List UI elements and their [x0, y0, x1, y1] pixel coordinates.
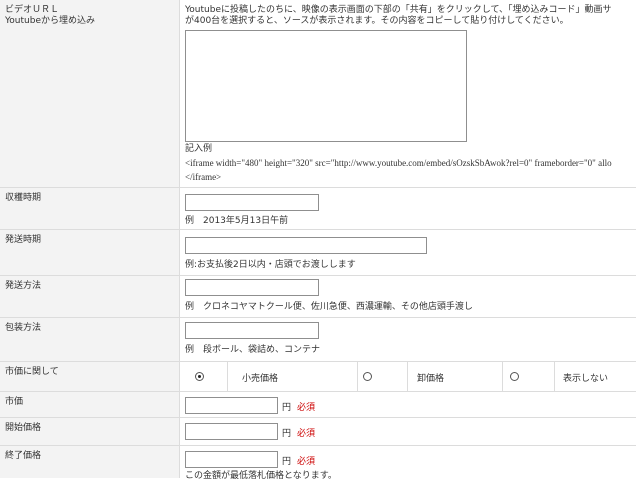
shipping-method-row: 発送方法 例 クロネコヤマトクール便、佐川急便、西濃運輸、その他店頭手渡し: [0, 276, 636, 318]
market-price-label: 市価: [0, 392, 180, 417]
start-price-row: 開始価格 円 必須: [0, 418, 636, 446]
example-code-line1: <iframe width="480" height="320" src="ht…: [185, 158, 612, 168]
video-url-label: ビデオＵＲＬ: [5, 5, 60, 15]
hidden-label-cell: 表示しない: [555, 362, 636, 391]
wholesale-label-cell: 卸価格: [408, 362, 503, 391]
video-url-description-line2: が400台を選択すると、ソースが表示されます。その内容をコピーして貼り付けしてく…: [185, 16, 569, 26]
start-price-content: 円 必須: [180, 418, 636, 445]
market-setting-content: 小売価格 卸価格 表示しない: [180, 362, 636, 391]
end-price-unit: 円: [282, 457, 292, 467]
hidden-radio-cell: [503, 362, 555, 391]
shipping-method-content: 例 クロネコヤマトクール便、佐川急便、西濃運輸、その他店頭手渡し: [180, 276, 636, 317]
wholesale-radio-cell: [358, 362, 408, 391]
harvest-time-row: 収穫時期 例 2013年5月13日午前: [0, 188, 636, 230]
packaging-content: 例 段ボール、袋詰め、コンテナ: [180, 318, 636, 361]
end-price-content: 円 必須 この金額が最低落札価格となります。: [180, 446, 636, 481]
market-setting-row: 市価に関して 小売価格 卸価格 表示しない: [0, 362, 636, 392]
harvest-time-label: 収穫時期: [0, 188, 180, 229]
harvest-time-content: 例 2013年5月13日午前: [180, 188, 636, 229]
shipping-time-input[interactable]: [185, 237, 427, 254]
example-code-line2: </iframe>: [185, 172, 222, 182]
video-url-content: Youtubeに投稿したのちに、映像の表示画面の下部の「共有」をクリックして、「…: [180, 0, 636, 187]
harvest-time-hint: 例 2013年5月13日午前: [185, 216, 289, 226]
market-price-content: 円 必須: [180, 392, 636, 417]
harvest-time-input[interactable]: [185, 194, 319, 211]
market-price-unit: 円: [282, 403, 292, 413]
retail-price-radio[interactable]: [195, 372, 204, 381]
packaging-input[interactable]: [185, 322, 319, 339]
packaging-label: 包装方法: [0, 318, 180, 361]
start-price-required-badge: 必須: [297, 429, 316, 439]
start-price-unit: 円: [282, 429, 292, 439]
market-setting-label: 市価に関して: [0, 362, 180, 391]
retail-radio-cell: [180, 362, 228, 391]
shipping-time-label: 発送時期: [0, 230, 180, 275]
retail-price-label: 小売価格: [242, 374, 279, 384]
packaging-row: 包装方法 例 段ボール、袋詰め、コンテナ: [0, 318, 636, 362]
market-price-row: 市価 円 必須: [0, 392, 636, 418]
end-price-label: 終了価格: [0, 446, 180, 478]
retail-label-cell: 小売価格: [228, 362, 358, 391]
hide-price-radio[interactable]: [510, 372, 519, 381]
market-price-input[interactable]: [185, 397, 278, 414]
wholesale-price-radio[interactable]: [363, 372, 372, 381]
hide-price-label: 表示しない: [563, 374, 609, 384]
end-price-input[interactable]: [185, 451, 278, 468]
shipping-method-label: 発送方法: [0, 276, 180, 317]
shipping-time-hint: 例:お支払後2日以内・店頭でお渡しします: [185, 260, 356, 270]
video-url-label-cell: ビデオＵＲＬ Youtubeから埋め込み: [0, 0, 180, 187]
end-price-note: この金額が最低落札価格となります。: [185, 471, 337, 481]
video-url-sublabel: Youtubeから埋め込み: [5, 16, 95, 26]
start-price-input[interactable]: [185, 423, 278, 440]
example-title: 記入例: [185, 144, 213, 154]
wholesale-price-label: 卸価格: [417, 374, 445, 384]
video-url-description-line1: Youtubeに投稿したのちに、映像の表示画面の下部の「共有」をクリックして、「…: [185, 5, 612, 15]
shipping-time-row: 発送時期 例:お支払後2日以内・店頭でお渡しします: [0, 230, 636, 276]
video-url-row: ビデオＵＲＬ Youtubeから埋め込み Youtubeに投稿したのちに、映像の…: [0, 0, 636, 188]
shipping-method-input[interactable]: [185, 279, 319, 296]
packaging-hint: 例 段ボール、袋詰め、コンテナ: [185, 345, 321, 355]
start-price-label: 開始価格: [0, 418, 180, 445]
shipping-method-hint: 例 クロネコヤマトクール便、佐川急便、西濃運輸、その他店頭手渡し: [185, 302, 473, 312]
end-price-required-badge: 必須: [297, 457, 316, 467]
shipping-time-content: 例:お支払後2日以内・店頭でお渡しします: [180, 230, 636, 275]
market-price-required-badge: 必須: [297, 403, 316, 413]
video-embed-textarea[interactable]: [185, 30, 467, 142]
end-price-row: 終了価格 円 必須 この金額が最低落札価格となります。: [0, 446, 636, 481]
